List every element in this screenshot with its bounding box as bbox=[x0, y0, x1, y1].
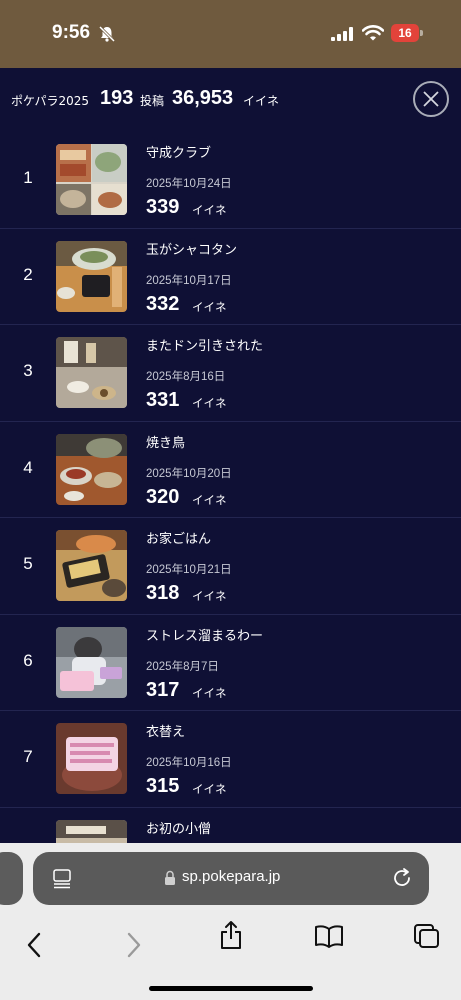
post-date: 2025年10月16日 bbox=[146, 757, 232, 769]
brand-label: ポケパラ2025 bbox=[11, 94, 90, 108]
rank-number: 4 bbox=[23, 457, 33, 477]
ranking-row[interactable]: 4 焼き鳥 2025年10月20日 320 イイネ bbox=[0, 422, 461, 518]
ranking-row[interactable]: 7 衣替え 2025年10月16日 315 イイネ bbox=[0, 711, 461, 808]
like-count: 320 bbox=[146, 485, 180, 508]
like-count: 315 bbox=[146, 775, 180, 797]
rank-number: 1 bbox=[23, 168, 33, 187]
post-title: 玉がシャコタン bbox=[146, 242, 238, 258]
like-unit: イイネ bbox=[192, 299, 227, 314]
post-thumbnail[interactable] bbox=[56, 337, 127, 408]
post-title: 衣替え bbox=[146, 725, 186, 740]
post-date: 2025年10月17日 bbox=[146, 274, 232, 287]
like-count: 339 bbox=[146, 196, 180, 218]
battery-level: 16 bbox=[391, 24, 419, 42]
rank-number: 5 bbox=[23, 554, 33, 573]
home-indicator bbox=[149, 986, 313, 991]
post-date: 2025年8月7日 bbox=[146, 660, 219, 673]
address-bar[interactable]: sp.pokepara.jp bbox=[33, 852, 429, 905]
post-date: 2025年10月21日 bbox=[146, 564, 232, 576]
cellular-signal-icon bbox=[331, 27, 353, 41]
post-title: 守成クラブ bbox=[146, 146, 212, 161]
like-unit: イイネ bbox=[192, 203, 227, 217]
post-title: またドン引きされた bbox=[146, 339, 264, 354]
reload-icon[interactable] bbox=[391, 867, 413, 889]
bookmarks-icon[interactable] bbox=[314, 924, 344, 948]
like-count: 317 bbox=[146, 678, 180, 701]
like-unit: イイネ bbox=[192, 396, 227, 410]
post-thumbnail[interactable] bbox=[56, 240, 127, 312]
posts-count: 193 bbox=[100, 87, 134, 109]
total-likes-count: 36,953 bbox=[172, 87, 234, 109]
like-unit: イイネ bbox=[192, 492, 227, 507]
ranking-header: ポケパラ2025 193 投稿 36,953 イイネ bbox=[0, 68, 461, 132]
posts-label: 投稿 bbox=[140, 94, 165, 108]
ranking-row[interactable]: 2 玉がシャコタン 2025年10月17日 332 イイネ bbox=[0, 229, 461, 325]
total-likes-label: イイネ bbox=[243, 94, 280, 108]
ranking-row[interactable]: 1 守成クラブ 2025年10月24日 339 イイネ bbox=[0, 132, 461, 229]
reader-mode-icon[interactable] bbox=[52, 869, 72, 889]
like-unit: イイネ bbox=[192, 782, 227, 796]
ranking-row[interactable]: 5 お家ごはん 2025年10月21日 318 イイネ bbox=[0, 518, 461, 615]
like-count: 318 bbox=[146, 582, 180, 604]
status-time: 9:56 bbox=[52, 22, 91, 43]
like-unit: イイネ bbox=[192, 589, 227, 603]
rank-number: 6 bbox=[23, 650, 33, 670]
post-date: 2025年10月20日 bbox=[146, 467, 232, 480]
rank-number: 7 bbox=[23, 747, 33, 766]
like-count: 332 bbox=[146, 292, 180, 315]
post-title: 焼き鳥 bbox=[146, 435, 186, 451]
like-count: 331 bbox=[146, 389, 180, 411]
post-thumbnail[interactable] bbox=[56, 626, 127, 698]
share-icon[interactable] bbox=[219, 920, 243, 950]
post-title: お家ごはん bbox=[146, 532, 212, 547]
post-title: お初の小僧 bbox=[146, 821, 212, 837]
post-thumbnail[interactable] bbox=[56, 530, 127, 601]
back-icon[interactable] bbox=[24, 932, 44, 958]
bell-slash-icon bbox=[98, 25, 116, 43]
close-button[interactable] bbox=[413, 81, 449, 117]
lock-icon bbox=[165, 870, 175, 885]
post-thumbnail[interactable] bbox=[56, 723, 127, 794]
post-thumbnail[interactable] bbox=[56, 144, 127, 215]
forward-icon[interactable] bbox=[124, 932, 144, 958]
post-date: 2025年10月24日 bbox=[146, 178, 232, 190]
rank-number: 3 bbox=[23, 361, 33, 380]
close-icon bbox=[423, 91, 439, 107]
url-text: sp.pokepara.jp bbox=[182, 868, 281, 885]
ranking-list: 1 守成クラブ 2025年10月24日 339 イイネ 2 玉がシャコタン 20… bbox=[0, 132, 461, 904]
wifi-icon bbox=[362, 25, 384, 41]
post-title: ストレス溜まるわー bbox=[146, 628, 264, 644]
post-date: 2025年8月16日 bbox=[146, 371, 226, 383]
ranking-row[interactable]: 6 ストレス溜まるわー 2025年8月7日 317 イイネ bbox=[0, 615, 461, 711]
rank-number: 2 bbox=[23, 264, 33, 284]
battery-icon: 16 bbox=[391, 24, 423, 42]
previous-tab-preview[interactable] bbox=[0, 852, 23, 905]
tabs-icon[interactable] bbox=[413, 923, 441, 949]
like-unit: イイネ bbox=[192, 685, 227, 700]
status-bar: 9:56 16 bbox=[0, 0, 461, 68]
post-thumbnail[interactable] bbox=[56, 433, 127, 505]
ranking-row[interactable]: 3 またドン引きされた 2025年8月16日 331 イイネ bbox=[0, 325, 461, 422]
